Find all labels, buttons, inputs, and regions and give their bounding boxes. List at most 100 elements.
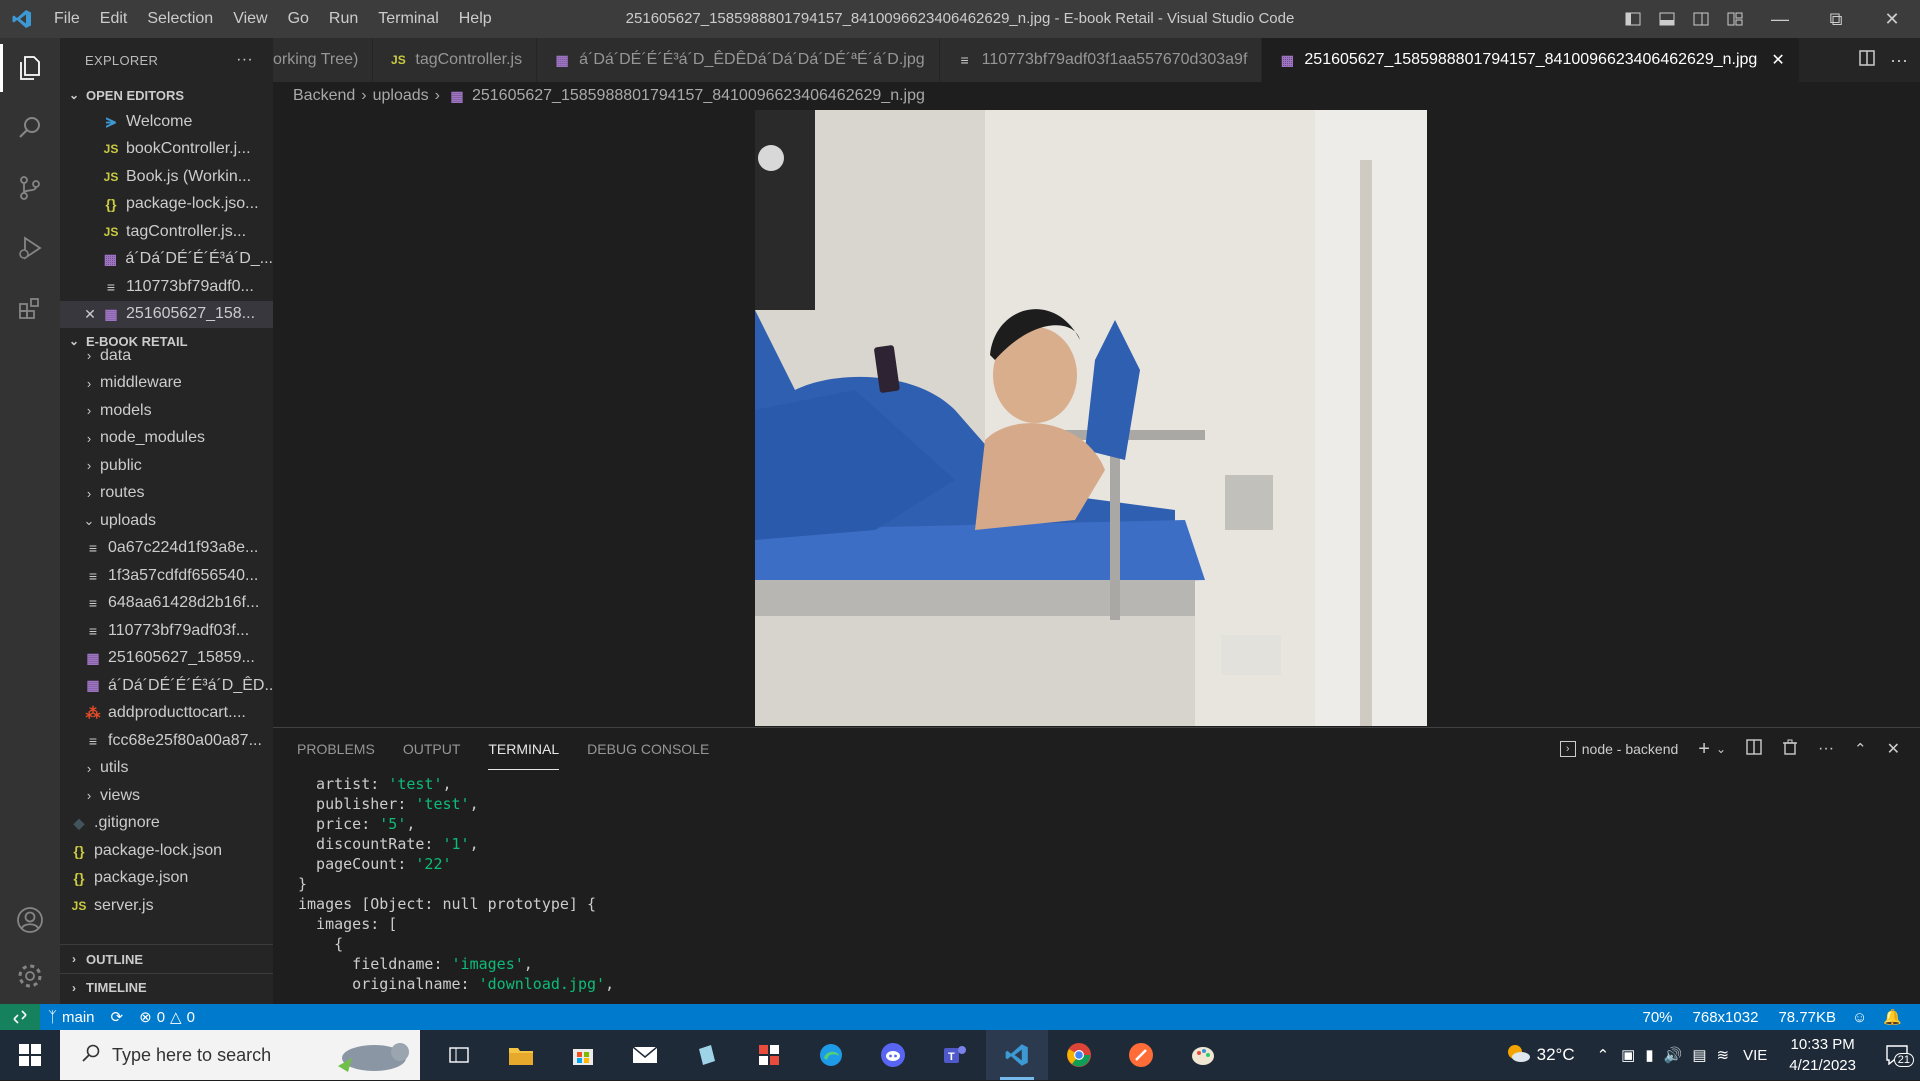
- chevron-up-icon[interactable]: ⌃: [1597, 1046, 1610, 1064]
- teams-icon[interactable]: T: [924, 1030, 986, 1080]
- folder-utils[interactable]: › utils: [60, 755, 273, 783]
- file-item[interactable]: ≡ 0a67c224d1f93a8e...: [60, 535, 273, 563]
- more-actions-icon[interactable]: ···: [236, 51, 253, 69]
- toggle-panel-icon[interactable]: [1650, 0, 1684, 38]
- edge-browser-icon[interactable]: [800, 1030, 862, 1080]
- clock[interactable]: 10:33 PM 4/21/2023: [1771, 1034, 1874, 1076]
- open-editor-item[interactable]: ≡ 110773bf79adf0...: [60, 273, 273, 301]
- minimize-button[interactable]: —: [1752, 0, 1808, 38]
- terminal-instance[interactable]: › node - backend: [1559, 741, 1678, 757]
- terminal-output[interactable]: artist: 'test', publisher: 'test', price…: [273, 770, 1920, 994]
- outline-header[interactable]: › OUTLINE: [60, 945, 273, 973]
- close-window-button[interactable]: ✕: [1864, 0, 1920, 38]
- vscode-taskbar-icon[interactable]: [986, 1030, 1048, 1080]
- branch-indicator[interactable]: ᛉ main: [40, 1009, 103, 1026]
- close-panel-icon[interactable]: ✕: [1887, 739, 1900, 759]
- file-item[interactable]: ≡ fcc68e25f80a00a87...: [60, 727, 273, 755]
- menu-view[interactable]: View: [223, 0, 277, 38]
- file-item[interactable]: ≡ 1f3a57cdfdf656540...: [60, 562, 273, 590]
- image-preview[interactable]: [755, 110, 1427, 726]
- folder-node_modules[interactable]: › node_modules: [60, 425, 273, 453]
- input-language[interactable]: VIE: [1743, 1047, 1767, 1064]
- folder-views[interactable]: › views: [60, 782, 273, 810]
- search-icon[interactable]: [0, 98, 60, 158]
- panel-tab-output[interactable]: OUTPUT: [403, 728, 461, 770]
- network-monitor-icon[interactable]: ▣: [1621, 1046, 1635, 1064]
- breadcrumb-item[interactable]: uploads: [373, 87, 429, 105]
- folder-uploads[interactable]: ⌄ uploads: [60, 507, 273, 535]
- folder-routes[interactable]: › routes: [60, 480, 273, 508]
- open-editors-header[interactable]: ⌄ OPEN EDITORS: [60, 82, 273, 108]
- close-editor-icon[interactable]: ✕: [80, 306, 100, 323]
- folder-models[interactable]: › models: [60, 397, 273, 425]
- menu-run[interactable]: Run: [319, 0, 368, 38]
- open-editor-item[interactable]: JS Book.js (Workin...: [60, 163, 273, 191]
- toggle-secondary-sidebar-icon[interactable]: [1684, 0, 1718, 38]
- menu-selection[interactable]: Selection: [137, 0, 223, 38]
- editor-tab[interactable]: ▦ á´Dá´DÉ´É´É³á´D_ÊDÊDá´Dá´Dá´DÉ´ªÉ´á´D.j…: [537, 38, 940, 82]
- breadcrumb-item[interactable]: 251605627_1585988801794157_8410096623406…: [472, 87, 925, 105]
- meet-now-icon[interactable]: ▤: [1692, 1046, 1706, 1064]
- notepad-icon[interactable]: [676, 1030, 738, 1080]
- toggle-primary-sidebar-icon[interactable]: [1616, 0, 1650, 38]
- task-view-icon[interactable]: [428, 1030, 490, 1080]
- notification-center-icon[interactable]: 21: [1874, 1045, 1920, 1067]
- more-actions-icon[interactable]: ···: [1890, 50, 1908, 71]
- microsoft-store-icon[interactable]: [552, 1030, 614, 1080]
- editor-tab[interactable]: JS tagController.js: [373, 38, 538, 82]
- file-item[interactable]: ⁂ addproducttocart....: [60, 700, 273, 728]
- open-editor-item[interactable]: JS tagController.js...: [60, 218, 273, 246]
- taskbar-search-box[interactable]: Type here to search: [60, 1030, 420, 1080]
- menu-edit[interactable]: Edit: [90, 0, 138, 38]
- postman-icon[interactable]: [1110, 1030, 1172, 1080]
- file-item[interactable]: {} package.json: [60, 865, 273, 893]
- file-item[interactable]: ▦ á´Dá´DÉ´É´É³á´D_ÊD...: [60, 672, 273, 700]
- sync-icon[interactable]: ⟳: [103, 1008, 132, 1026]
- mail-icon[interactable]: [614, 1030, 676, 1080]
- discord-icon[interactable]: [862, 1030, 924, 1080]
- open-editor-item[interactable]: ⪫ Welcome: [60, 108, 273, 136]
- file-item[interactable]: ◆ .gitignore: [60, 810, 273, 838]
- menu-help[interactable]: Help: [449, 0, 502, 38]
- maximize-panel-icon[interactable]: ⌃: [1854, 740, 1867, 758]
- accounts-icon[interactable]: [0, 890, 60, 950]
- app-icon[interactable]: [738, 1030, 800, 1080]
- run-debug-icon[interactable]: [0, 218, 60, 278]
- restore-button[interactable]: ⧉: [1808, 0, 1864, 38]
- zoom-level[interactable]: 70%: [1635, 1009, 1681, 1026]
- wifi-icon[interactable]: ≋: [1717, 1046, 1730, 1064]
- editor-tab[interactable]: ▦ 251605627_1585988801794157_841009662340…: [1262, 38, 1800, 82]
- manage-gear-icon[interactable]: [0, 946, 60, 1006]
- file-item[interactable]: JS server.js: [60, 892, 273, 920]
- paint-icon[interactable]: [1172, 1030, 1234, 1080]
- folder-middleware[interactable]: › middleware: [60, 370, 273, 398]
- menu-file[interactable]: File: [44, 0, 90, 38]
- explorer-icon[interactable]: [0, 38, 60, 98]
- weather-temperature[interactable]: 32°C: [1537, 1045, 1575, 1065]
- file-item[interactable]: ≡ 110773bf79adf03f...: [60, 617, 273, 645]
- source-control-icon[interactable]: [0, 158, 60, 218]
- split-editor-icon[interactable]: [1858, 49, 1876, 72]
- chrome-icon[interactable]: [1048, 1030, 1110, 1080]
- speaker-icon[interactable]: 🔊: [1664, 1046, 1683, 1064]
- open-editor-item[interactable]: ▦ á´Dá´DÉ´É´É³á´D_...: [60, 246, 273, 274]
- file-item[interactable]: ≡ 648aa61428d2b16f...: [60, 590, 273, 618]
- file-explorer-icon[interactable]: [490, 1030, 552, 1080]
- customize-layout-icon[interactable]: [1718, 0, 1752, 38]
- remote-icon[interactable]: [0, 1004, 40, 1030]
- more-actions-icon[interactable]: ···: [1818, 740, 1834, 758]
- new-terminal-icon[interactable]: +: [1698, 738, 1710, 761]
- menu-terminal[interactable]: Terminal: [368, 0, 448, 38]
- windows-start-icon[interactable]: [0, 1030, 60, 1080]
- breadcrumb-item[interactable]: Backend: [293, 87, 355, 105]
- notifications-bell-icon[interactable]: 🔔: [1875, 1008, 1910, 1026]
- feedback-icon[interactable]: ☺: [1844, 1009, 1875, 1026]
- editor-tab[interactable]: ≡ 110773bf79adf03f1aa557670d303a9f: [939, 38, 1263, 82]
- weather-icon[interactable]: [1505, 1042, 1531, 1068]
- panel-tab-debug-console[interactable]: DEBUG CONSOLE: [587, 728, 709, 770]
- panel-tab-problems[interactable]: PROBLEMS: [297, 728, 375, 770]
- chevron-down-icon[interactable]: ⌄: [1716, 742, 1726, 756]
- menu-go[interactable]: Go: [278, 0, 319, 38]
- close-tab-icon[interactable]: ✕: [1771, 50, 1784, 70]
- panel-tab-terminal[interactable]: TERMINAL: [488, 728, 560, 770]
